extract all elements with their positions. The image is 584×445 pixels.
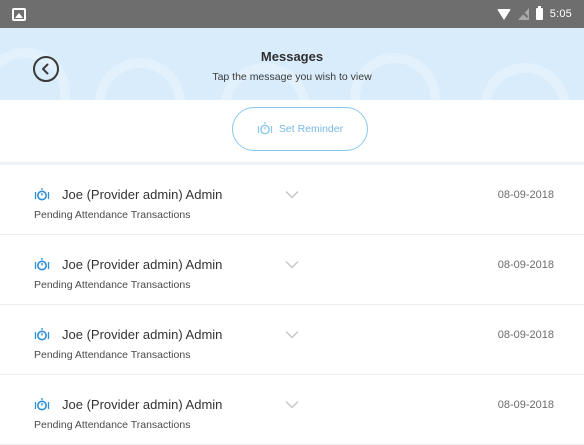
message-subject: Pending Attendance Transactions [34,349,191,361]
message-sender: Joe (Provider admin) Admin [62,397,223,412]
status-bar-right: 5:05 [496,6,572,20]
signal-icon [517,8,529,20]
message-item[interactable]: Joe (Provider admin) Admin 08-09-2018 Pe… [0,375,584,445]
page-subtitle: Tap the message you wish to view [212,71,372,83]
image-icon [12,7,26,21]
alarm-icon [257,122,272,135]
message-date: 08-09-2018 [497,329,554,341]
wifi-icon [496,8,511,20]
chevron-down-icon[interactable] [285,260,299,269]
chevron-down-icon[interactable] [285,400,299,409]
message-sender: Joe (Provider admin) Admin [62,257,223,272]
message-date: 08-09-2018 [497,399,554,411]
set-reminder-label: Set Reminder [278,123,344,135]
status-time: 5:05 [549,8,572,20]
message-date: 08-09-2018 [497,189,554,201]
alarm-icon [34,398,50,411]
message-sender: Joe (Provider admin) Admin [62,187,223,202]
message-sender: Joe (Provider admin) Admin [62,327,223,342]
message-item[interactable]: Joe (Provider admin) Admin 08-09-2018 Pe… [0,305,584,375]
status-bar: 5:05 [0,0,584,28]
set-reminder-button[interactable]: Set Reminder [232,107,368,151]
alarm-icon [34,328,50,341]
message-subject: Pending Attendance Transactions [34,279,191,291]
status-bar-left [12,7,26,21]
alarm-icon [34,188,50,201]
message-subject: Pending Attendance Transactions [34,209,191,221]
reminder-area: Set Reminder [0,100,584,162]
page-title: Messages [260,49,324,64]
message-item[interactable]: Joe (Provider admin) Admin 08-09-2018 Pe… [0,235,584,305]
message-subject: Pending Attendance Transactions [34,419,191,431]
message-item[interactable]: Joe (Provider admin) Admin 08-09-2018 Pe… [0,165,584,235]
message-date: 08-09-2018 [497,259,554,271]
alarm-icon [34,258,50,271]
battery-icon [535,6,543,20]
chevron-down-icon[interactable] [285,330,299,339]
chevron-down-icon[interactable] [285,190,299,199]
header: Messages Tap the message you wish to vie… [0,28,584,100]
message-list: Joe (Provider admin) Admin 08-09-2018 Pe… [0,165,584,445]
